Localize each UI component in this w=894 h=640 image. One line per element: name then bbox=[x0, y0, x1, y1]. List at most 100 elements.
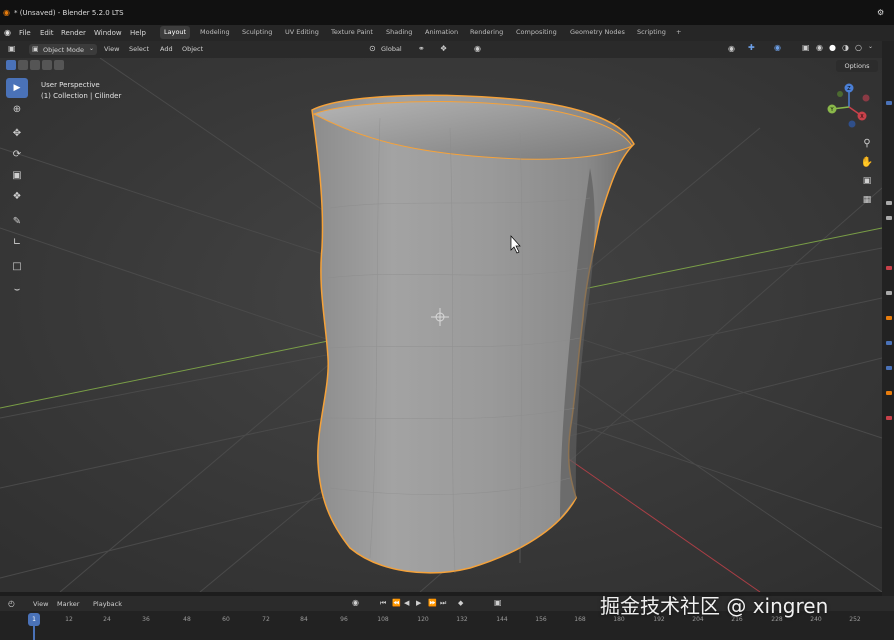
tool-rotate[interactable]: ⟳ bbox=[6, 144, 28, 164]
move-icon: ✥ bbox=[12, 127, 22, 139]
tab-texture-paint[interactable]: Texture Paint bbox=[327, 26, 377, 39]
shading-solid-icon[interactable]: ● bbox=[829, 43, 836, 52]
pivot-icon[interactable]: ⚭ bbox=[418, 44, 425, 53]
tab-geometry-nodes[interactable]: Geometry Nodes bbox=[566, 26, 629, 39]
overlay-toggle-icon[interactable]: ◉ bbox=[774, 43, 781, 52]
3d-viewport[interactable]: User Perspective (1) Collection | Cilind… bbox=[0, 58, 882, 592]
select-box-icon: ▶ bbox=[13, 83, 21, 93]
timeline-editor-type-icon[interactable]: ◴ bbox=[8, 599, 15, 608]
sidebar-tab-modifier[interactable] bbox=[886, 341, 892, 345]
rotate-icon: ⟳ bbox=[12, 148, 22, 160]
tab-animation[interactable]: Animation bbox=[421, 26, 462, 39]
tab-scripting[interactable]: Scripting bbox=[633, 26, 670, 39]
tab-rendering[interactable]: Rendering bbox=[466, 26, 507, 39]
menu-window[interactable]: Window bbox=[94, 29, 122, 37]
frame-label: 24 bbox=[103, 616, 111, 623]
navigation-gizmo[interactable]: Z Y X bbox=[822, 80, 876, 134]
tab-layout[interactable]: Layout bbox=[160, 26, 191, 39]
tab-sculpting[interactable]: Sculpting bbox=[238, 26, 276, 39]
tool-curve[interactable]: ⌣ bbox=[6, 279, 28, 299]
sidebar-tab-view[interactable] bbox=[886, 216, 892, 220]
sidebar-tab-tool[interactable] bbox=[886, 201, 892, 205]
frame-label: 48 bbox=[183, 616, 191, 623]
header-view[interactable]: View bbox=[104, 45, 119, 53]
add-workspace-button[interactable]: + bbox=[672, 26, 685, 39]
header-add[interactable]: Add bbox=[160, 45, 173, 53]
menu-edit[interactable]: Edit bbox=[40, 29, 54, 37]
header-object[interactable]: Object bbox=[182, 45, 203, 53]
sidebar-tab-render[interactable] bbox=[886, 266, 892, 270]
next-keyframe-icon[interactable]: ⏩ bbox=[428, 599, 437, 607]
snap-icon[interactable]: ❖ bbox=[440, 44, 447, 53]
tool-move[interactable]: ✥ bbox=[6, 123, 28, 143]
tool-scale[interactable]: ▣ bbox=[6, 165, 28, 185]
sidebar-tab-constraints[interactable] bbox=[886, 391, 892, 395]
chevron-down-icon[interactable]: ⌄ bbox=[868, 43, 873, 50]
sidebar-tab-physics[interactable] bbox=[886, 366, 892, 370]
select-subtract-icon[interactable] bbox=[30, 60, 40, 70]
tool-select-box[interactable]: ▶ bbox=[6, 78, 28, 98]
sidebar-tab-item[interactable] bbox=[886, 101, 892, 105]
tab-modeling[interactable]: Modeling bbox=[196, 26, 234, 39]
options-dropdown[interactable]: Options bbox=[836, 60, 878, 72]
keyframe-nav-icon[interactable]: ◆ bbox=[458, 599, 463, 607]
tool-add-cube[interactable]: □ bbox=[6, 256, 28, 276]
curve-icon: ⌣ bbox=[13, 283, 21, 295]
window-menu-icon[interactable]: ⚙ bbox=[877, 8, 884, 17]
xray-toggle-icon[interactable]: ▣ bbox=[802, 43, 810, 52]
play-reverse-icon[interactable]: ◀ bbox=[404, 599, 409, 607]
prev-keyframe-icon[interactable]: ⏪ bbox=[392, 599, 401, 607]
tab-uv-editing[interactable]: UV Editing bbox=[281, 26, 323, 39]
orientation-icon[interactable]: ⊙ bbox=[369, 44, 376, 53]
select-new-icon[interactable] bbox=[6, 60, 16, 70]
tool-transform[interactable]: ❖ bbox=[6, 186, 28, 206]
timeline-view[interactable]: View bbox=[33, 600, 48, 608]
visibility-icon[interactable]: ◉ bbox=[728, 44, 735, 53]
proportional-edit-icon[interactable]: ◉ bbox=[474, 44, 481, 53]
shading-material-icon[interactable]: ◑ bbox=[842, 43, 849, 52]
select-intersect-icon[interactable] bbox=[42, 60, 52, 70]
sidebar-tab-object[interactable] bbox=[886, 316, 892, 320]
frame-label: 120 bbox=[417, 616, 429, 623]
select-invert-icon[interactable] bbox=[54, 60, 64, 70]
auto-keying-icon[interactable]: ◉ bbox=[352, 598, 359, 607]
play-icon[interactable]: ▶ bbox=[416, 599, 421, 607]
timeline-marker[interactable]: Marker bbox=[57, 600, 79, 608]
properties-sidebar-strip[interactable] bbox=[882, 41, 894, 596]
cursor-icon: ⊕ bbox=[12, 103, 22, 115]
tool-measure[interactable]: ∟ bbox=[6, 232, 28, 252]
menu-help[interactable]: Help bbox=[130, 29, 146, 37]
jump-start-icon[interactable]: ⏮ bbox=[380, 599, 386, 608]
shading-rendered-icon[interactable]: ○ bbox=[855, 43, 862, 52]
sync-icon[interactable]: ▣ bbox=[494, 598, 502, 607]
tool-cursor[interactable]: ⊕ bbox=[6, 99, 28, 119]
timeline-playback[interactable]: Playback bbox=[93, 600, 122, 608]
header-select[interactable]: Select bbox=[129, 45, 149, 53]
view-name: User Perspective bbox=[41, 81, 100, 89]
window-title: * (Unsaved) - Blender 5.2.0 LTS bbox=[14, 9, 124, 17]
zoom-icon: ⚲ bbox=[863, 137, 871, 149]
pan-button[interactable]: ✋ bbox=[858, 154, 876, 170]
perspective-toggle-button[interactable]: ▦ bbox=[858, 192, 876, 208]
menu-render[interactable]: Render bbox=[61, 29, 86, 37]
measure-icon: ∟ bbox=[12, 236, 22, 248]
playhead-line bbox=[33, 626, 35, 640]
sidebar-tab-material[interactable] bbox=[886, 416, 892, 420]
sidebar-tab-output[interactable] bbox=[886, 291, 892, 295]
mode-select[interactable]: ▣ Object Mode ⌄ bbox=[29, 44, 97, 55]
camera-view-button[interactable]: ▣ bbox=[858, 173, 876, 189]
editor-type-icon[interactable]: ▣ bbox=[8, 44, 16, 53]
tool-annotate[interactable]: ✎ bbox=[6, 211, 28, 231]
frame-label: 96 bbox=[340, 616, 348, 623]
menu-file[interactable]: File bbox=[19, 29, 31, 37]
gizmo-toggle-icon[interactable]: ✚ bbox=[748, 43, 755, 52]
shading-wireframe-icon[interactable]: ◉ bbox=[816, 43, 823, 52]
tab-compositing[interactable]: Compositing bbox=[512, 26, 561, 39]
blender-menu-icon[interactable]: ◉ bbox=[4, 28, 11, 37]
zoom-button[interactable]: ⚲ bbox=[858, 135, 876, 151]
tab-shading[interactable]: Shading bbox=[382, 26, 416, 39]
jump-end-icon[interactable]: ⏭ bbox=[440, 599, 446, 608]
select-extend-icon[interactable] bbox=[18, 60, 28, 70]
frame-label: 252 bbox=[849, 616, 861, 623]
orientation-select[interactable]: Global bbox=[381, 45, 402, 53]
